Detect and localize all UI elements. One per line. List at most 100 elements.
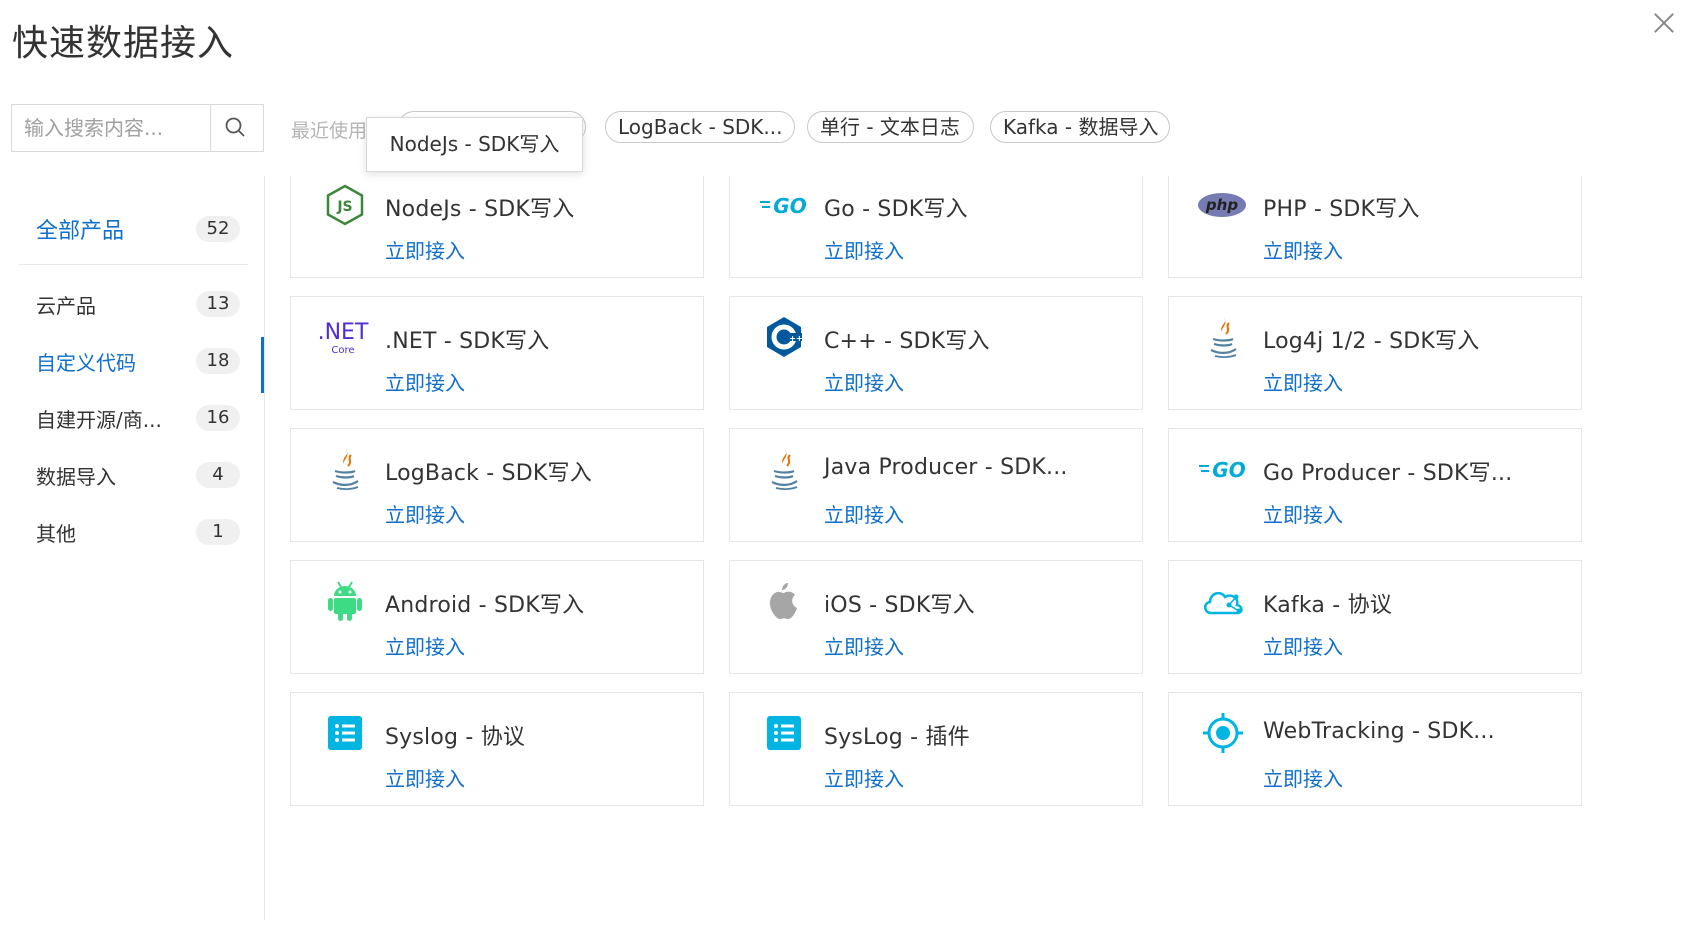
card-title: .NET - SDK写入 xyxy=(385,329,550,354)
recent-chip-logback[interactable]: LogBack - SDK... xyxy=(605,111,795,143)
card-title: NodeJs - SDK写入 xyxy=(385,197,575,222)
search-input[interactable] xyxy=(12,105,210,151)
sidebar-item-custom-code[interactable]: 自定义代码 18 xyxy=(20,337,248,385)
sidebar-item-label: 全部产品 xyxy=(36,219,125,244)
connect-link[interactable]: 立即接入 xyxy=(385,235,465,264)
sidebar-item-all[interactable]: 全部产品 52 xyxy=(20,205,248,253)
sidebar-item-label: 自建开源/商... xyxy=(36,407,162,432)
dotnet-icon-text: .NET xyxy=(318,320,369,345)
count-badge: 1 xyxy=(196,519,240,545)
php-icon: php xyxy=(1195,183,1249,227)
card-ios[interactable]: iOS - SDK写入 立即接入 xyxy=(729,560,1143,674)
card-title: WebTracking - SDK... xyxy=(1263,719,1495,744)
search-box xyxy=(11,104,264,152)
connect-link[interactable]: 立即接入 xyxy=(824,631,904,660)
card-syslog-protocol[interactable]: Syslog - 协议 立即接入 xyxy=(290,692,704,806)
list-icon xyxy=(323,711,367,755)
search-icon xyxy=(225,117,245,137)
card-nodejs[interactable]: JS NodeJs - SDK写入 立即接入 xyxy=(290,176,704,278)
connect-link[interactable]: 立即接入 xyxy=(1263,235,1343,264)
card-title: LogBack - SDK写入 xyxy=(385,461,592,486)
dotnet-icon: .NET Core xyxy=(315,315,371,359)
list-icon xyxy=(762,711,806,755)
android-icon xyxy=(323,579,367,623)
connect-link[interactable]: 立即接入 xyxy=(1263,499,1343,528)
connect-link[interactable]: 立即接入 xyxy=(385,499,465,528)
card-title: iOS - SDK写入 xyxy=(824,593,975,618)
card-title: Syslog - 协议 xyxy=(385,725,526,750)
connect-link[interactable]: 立即接入 xyxy=(385,763,465,792)
card-logback[interactable]: LogBack - SDK写入 立即接入 xyxy=(290,428,704,542)
sidebar-item-data-import[interactable]: 数据导入 4 xyxy=(20,451,248,499)
target-icon xyxy=(1201,711,1245,755)
active-indicator xyxy=(261,337,264,393)
recent-chip-text-log[interactable]: 单行 - 文本日志 xyxy=(807,111,974,143)
cpp-icon: ++ xyxy=(762,315,806,359)
card-title: Go - SDK写入 xyxy=(824,197,968,222)
apple-icon xyxy=(762,579,806,623)
card-kafka[interactable]: Kafka - 协议 立即接入 xyxy=(1168,560,1582,674)
java-icon xyxy=(1201,315,1245,359)
card-title: Kafka - 协议 xyxy=(1263,593,1393,618)
card-java-producer[interactable]: Java Producer - SDK... 立即接入 xyxy=(729,428,1143,542)
card-go-producer[interactable]: GO Go Producer - SDK写... 立即接入 xyxy=(1168,428,1582,542)
card-title: Go Producer - SDK写... xyxy=(1263,461,1513,486)
count-badge: 16 xyxy=(196,405,240,431)
connect-link[interactable]: 立即接入 xyxy=(824,367,904,396)
card-title: C++ - SDK写入 xyxy=(824,329,990,354)
chip-tooltip: NodeJs - SDK写入 xyxy=(366,117,583,172)
sidebar-item-label: 云产品 xyxy=(36,293,96,318)
close-icon[interactable] xyxy=(1651,10,1677,36)
count-badge: 18 xyxy=(196,348,240,374)
connect-link[interactable]: 立即接入 xyxy=(824,763,904,792)
card-android[interactable]: Android - SDK写入 立即接入 xyxy=(290,560,704,674)
connect-link[interactable]: 立即接入 xyxy=(824,235,904,264)
go-icon: GO xyxy=(758,183,812,227)
sidebar-item-label: 其他 xyxy=(36,521,76,546)
go-icon-text: GO xyxy=(773,194,806,217)
kafka-cloud-icon xyxy=(1201,579,1245,623)
connect-link[interactable]: 立即接入 xyxy=(385,631,465,660)
card-go[interactable]: GO Go - SDK写入 立即接入 xyxy=(729,176,1143,278)
card-php[interactable]: php PHP - SDK写入 立即接入 xyxy=(1168,176,1582,278)
go-icon-text: GO xyxy=(1212,458,1245,481)
page-title: 快速数据接入 xyxy=(12,23,235,64)
card-title: Android - SDK写入 xyxy=(385,593,585,618)
sidebar-item-self-built[interactable]: 自建开源/商... 16 xyxy=(20,394,248,442)
connect-link[interactable]: 立即接入 xyxy=(1263,631,1343,660)
sidebar-separator xyxy=(19,264,248,265)
card-cpp[interactable]: ++ C++ - SDK写入 立即接入 xyxy=(729,296,1143,410)
card-title: Log4j 1/2 - SDK写入 xyxy=(1263,329,1480,354)
sidebar-item-other[interactable]: 其他 1 xyxy=(20,508,248,556)
dotnet-core-text: Core xyxy=(331,345,354,356)
nodejs-icon: JS xyxy=(323,183,367,227)
count-badge: 4 xyxy=(196,462,240,488)
sidebar-item-label: 自定义代码 xyxy=(36,350,136,375)
java-icon xyxy=(762,447,806,491)
sidebar-divider xyxy=(264,176,265,920)
card-log4j[interactable]: Log4j 1/2 - SDK写入 立即接入 xyxy=(1168,296,1582,410)
product-grid: JS NodeJs - SDK写入 立即接入 GO Go - SDK写入 立即接… xyxy=(290,176,1590,814)
card-syslog-plugin[interactable]: SysLog - 插件 立即接入 xyxy=(729,692,1143,806)
connect-link[interactable]: 立即接入 xyxy=(824,499,904,528)
svg-text:JS: JS xyxy=(336,199,352,215)
card-webtracking[interactable]: WebTracking - SDK... 立即接入 xyxy=(1168,692,1582,806)
count-badge: 52 xyxy=(196,216,240,242)
search-button[interactable] xyxy=(210,105,263,151)
go-icon: GO xyxy=(1197,447,1251,491)
card-title: PHP - SDK写入 xyxy=(1263,197,1420,222)
sidebar-item-cloud[interactable]: 云产品 13 xyxy=(20,280,248,328)
java-icon xyxy=(323,447,367,491)
recent-label: 最近使用 xyxy=(291,120,368,142)
card-title: Java Producer - SDK... xyxy=(824,455,1068,480)
svg-text:++: ++ xyxy=(789,334,802,343)
php-icon-text: php xyxy=(1205,196,1238,214)
connect-link[interactable]: 立即接入 xyxy=(1263,367,1343,396)
connect-link[interactable]: 立即接入 xyxy=(385,367,465,396)
recent-chip-kafka[interactable]: Kafka - 数据导入 xyxy=(990,111,1170,143)
card-dotnet[interactable]: .NET Core .NET - SDK写入 立即接入 xyxy=(290,296,704,410)
count-badge: 13 xyxy=(196,291,240,317)
card-title: SysLog - 插件 xyxy=(824,725,970,750)
sidebar-item-label: 数据导入 xyxy=(36,464,116,489)
connect-link[interactable]: 立即接入 xyxy=(1263,763,1343,792)
